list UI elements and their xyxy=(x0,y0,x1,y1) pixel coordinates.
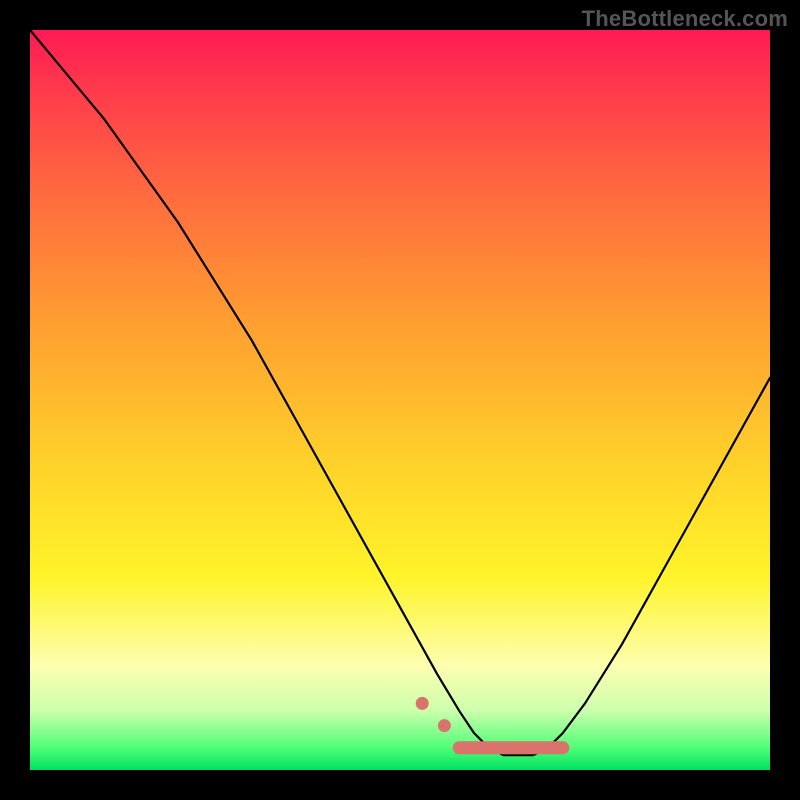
curve-svg xyxy=(30,30,770,770)
bottleneck-curve xyxy=(30,30,770,755)
watermark-text: TheBottleneck.com xyxy=(582,6,788,32)
chart-frame: TheBottleneck.com xyxy=(0,0,800,800)
highlight-dot xyxy=(416,697,429,710)
plot-area xyxy=(30,30,770,770)
highlight-dot xyxy=(438,719,451,732)
